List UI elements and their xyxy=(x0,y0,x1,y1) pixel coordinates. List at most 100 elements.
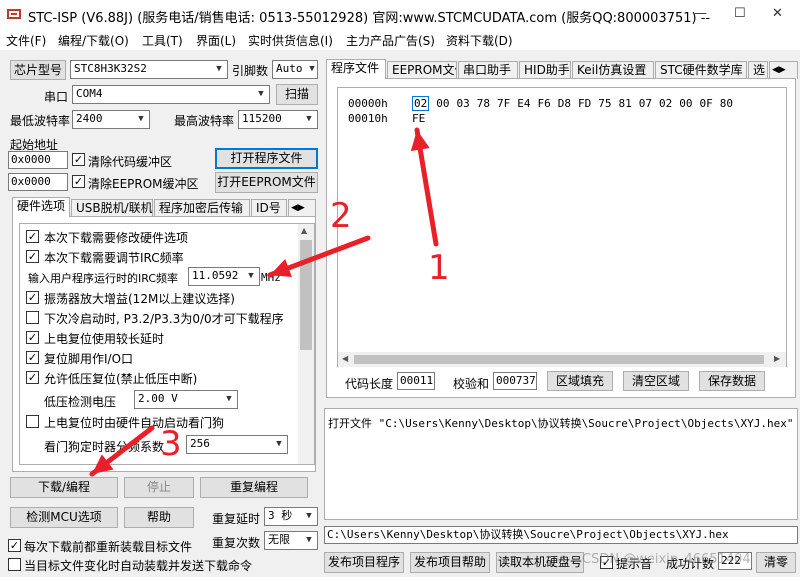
hex-byte[interactable]: 02 xyxy=(659,97,672,110)
repeat-delay-label: 重复延时 xyxy=(212,512,261,526)
help-button[interactable]: 帮助 xyxy=(124,507,194,528)
tab-eeprom-file[interactable]: EEPROM文件 xyxy=(387,61,457,79)
lvd-label: 低压检测电压 xyxy=(44,395,117,409)
option-checkbox[interactable]: ✓ xyxy=(26,291,39,304)
chevron-down-icon: ▼ xyxy=(306,511,312,521)
hex-byte[interactable]: 78 xyxy=(477,97,490,110)
tab-program-file[interactable]: 程序文件 xyxy=(326,59,386,79)
clear-code-checkbox[interactable]: ✓ xyxy=(72,153,85,166)
publish-help-button[interactable]: 发布项目帮助 xyxy=(410,552,490,573)
open-eeprom-file-button[interactable]: 打开EEPROM文件 xyxy=(215,172,318,193)
hex-byte[interactable]: FE xyxy=(412,112,425,125)
hex-byte[interactable]: E4 xyxy=(517,97,530,110)
maximize-button[interactable]: ☐ xyxy=(734,6,746,21)
scroll-up-icon[interactable]: ▲ xyxy=(301,226,307,235)
repeat-delay-value: 3 秒 xyxy=(268,509,293,522)
fill-area-button[interactable]: 区域填充 xyxy=(547,371,613,391)
clear-area-button[interactable]: 清空区域 xyxy=(623,371,689,391)
detect-mcu-button[interactable]: 检测MCU选项 xyxy=(10,507,118,528)
tab-hardware-options[interactable]: 硬件选项 xyxy=(12,197,70,217)
hex-byte[interactable]: 7F xyxy=(497,97,510,110)
repeat-program-button[interactable]: 重复编程 xyxy=(200,477,308,498)
code-addr-input[interactable]: 0x0000 xyxy=(8,151,68,169)
open-program-file-button[interactable]: 打开程序文件 xyxy=(215,148,318,169)
hex-byte[interactable]: FD xyxy=(578,97,591,110)
scroll-left-icon[interactable]: ◀ xyxy=(342,354,348,363)
min-baud-label: 最低波特率 xyxy=(10,114,71,128)
menu-interface[interactable]: 界面(L) xyxy=(196,32,236,49)
tab-scroll-arrows[interactable]: ◀▶ xyxy=(288,199,316,217)
option-checkbox[interactable]: ✓ xyxy=(26,331,39,344)
lvd-select[interactable]: 2.00 V ▼ xyxy=(134,390,238,409)
hex-byte[interactable]: 00 xyxy=(679,97,692,110)
pin-count-label: 引脚数 xyxy=(232,64,269,78)
repeat-delay-select[interactable]: 3 秒 ▼ xyxy=(264,507,318,526)
option-checkbox[interactable]: ✓ xyxy=(26,250,39,263)
stop-button[interactable]: 停止 xyxy=(124,477,194,498)
port-select[interactable]: COM4 ▼ xyxy=(72,85,270,104)
scroll-thumb[interactable] xyxy=(300,240,312,350)
hex-byte[interactable]: F6 xyxy=(538,97,551,110)
tab-keil-sim[interactable]: Keil仿真设置 xyxy=(572,61,654,79)
max-baud-label: 最高波特率 xyxy=(174,114,235,128)
minimize-button[interactable]: — xyxy=(694,6,707,21)
max-baud-value: 115200 xyxy=(242,112,282,125)
hex-byte[interactable]: 03 xyxy=(457,97,470,110)
option-checkbox[interactable] xyxy=(26,415,39,428)
irc-frequency-select[interactable]: 11.0592 ▼ xyxy=(188,267,260,286)
hex-byte[interactable]: D8 xyxy=(558,97,571,110)
tab-more[interactable]: 选 xyxy=(748,61,768,79)
scroll-right-icon[interactable]: ▶ xyxy=(774,354,780,363)
menu-file[interactable]: 文件(F) xyxy=(6,32,46,49)
max-baud-select[interactable]: 115200 ▼ xyxy=(238,110,318,129)
option-checkbox[interactable] xyxy=(26,311,39,324)
hex-editor[interactable]: 00000h 02 00 03 78 7F E4 F6 D8 FD 75 81 07 02 00 0F 80 … xyxy=(337,87,787,367)
hex-byte[interactable]: 81 xyxy=(619,97,632,110)
download-program-button[interactable]: 下载/编程 xyxy=(10,477,118,498)
checksum-value: 000737 xyxy=(493,372,537,390)
pin-count-select[interactable]: Auto ▼ xyxy=(272,60,318,79)
scroll-thumb[interactable] xyxy=(354,355,764,364)
tab-id-number[interactable]: ID号 xyxy=(251,199,287,217)
repeat-count-select[interactable]: 无限 ▼ xyxy=(264,531,318,550)
tab-serial-assistant[interactable]: 串口助手 xyxy=(458,61,518,79)
min-baud-value: 2400 xyxy=(76,112,103,125)
menu-ads[interactable]: 主力产品广告(S) xyxy=(346,32,435,49)
clear-eeprom-checkbox[interactable]: ✓ xyxy=(72,175,85,188)
option-checkbox[interactable]: ✓ xyxy=(26,351,39,364)
hex-byte[interactable]: 75 xyxy=(598,97,611,110)
clear-count-button[interactable]: 清零 xyxy=(756,552,796,573)
tab-scroll-arrows[interactable]: ◀▶ xyxy=(769,61,798,79)
menu-supply[interactable]: 实时供货信息(I) xyxy=(248,32,333,49)
hex-byte[interactable]: 0F xyxy=(700,97,713,110)
hex-byte[interactable]: 80 xyxy=(720,97,733,110)
read-disk-id-button[interactable]: 读取本机硬盘号 xyxy=(496,552,584,573)
options-scrollbar[interactable]: ▲ xyxy=(298,224,314,464)
hex-byte[interactable]: 00 xyxy=(436,97,449,110)
publish-project-button[interactable]: 发布项目程序 xyxy=(324,552,404,573)
hex-byte[interactable]: 07 xyxy=(639,97,652,110)
tab-math-lib[interactable]: STC硬件数学库 xyxy=(655,61,747,79)
menu-downloads[interactable]: 资料下载(D) xyxy=(446,32,513,49)
tab-usb-offline[interactable]: USB脱机/联机 xyxy=(71,199,153,217)
menu-tools[interactable]: 工具(T) xyxy=(142,32,183,49)
save-data-button[interactable]: 保存数据 xyxy=(699,371,765,391)
option-checkbox[interactable]: ✓ xyxy=(26,371,39,384)
auto-load-checkbox[interactable] xyxy=(8,558,21,571)
option-label: 本次下载需要修改硬件选项 xyxy=(44,231,189,245)
menu-program[interactable]: 编程/下载(O) xyxy=(58,32,129,49)
chip-model-button[interactable]: 芯片型号 xyxy=(10,60,66,80)
chip-model-select[interactable]: STC8H3K32S2 ▼ xyxy=(70,60,228,79)
tab-hid-assistant[interactable]: HID助手 xyxy=(519,61,571,79)
close-button[interactable]: ✕ xyxy=(772,6,783,21)
repeat-count-value: 无限 xyxy=(268,533,290,546)
wdt-div-select[interactable]: 256 ▼ xyxy=(186,435,288,454)
hex-byte[interactable]: 02 xyxy=(412,96,430,111)
reload-checkbox[interactable]: ✓ xyxy=(8,539,21,552)
eeprom-addr-input[interactable]: 0x0000 xyxy=(8,173,68,191)
option-checkbox[interactable]: ✓ xyxy=(26,230,39,243)
tab-encrypted-transfer[interactable]: 程序加密后传输 xyxy=(154,199,250,217)
min-baud-select[interactable]: 2400 ▼ xyxy=(72,110,150,129)
scan-button[interactable]: 扫描 xyxy=(276,84,318,105)
hex-hscrollbar[interactable]: ◀ ▶ xyxy=(338,352,786,367)
